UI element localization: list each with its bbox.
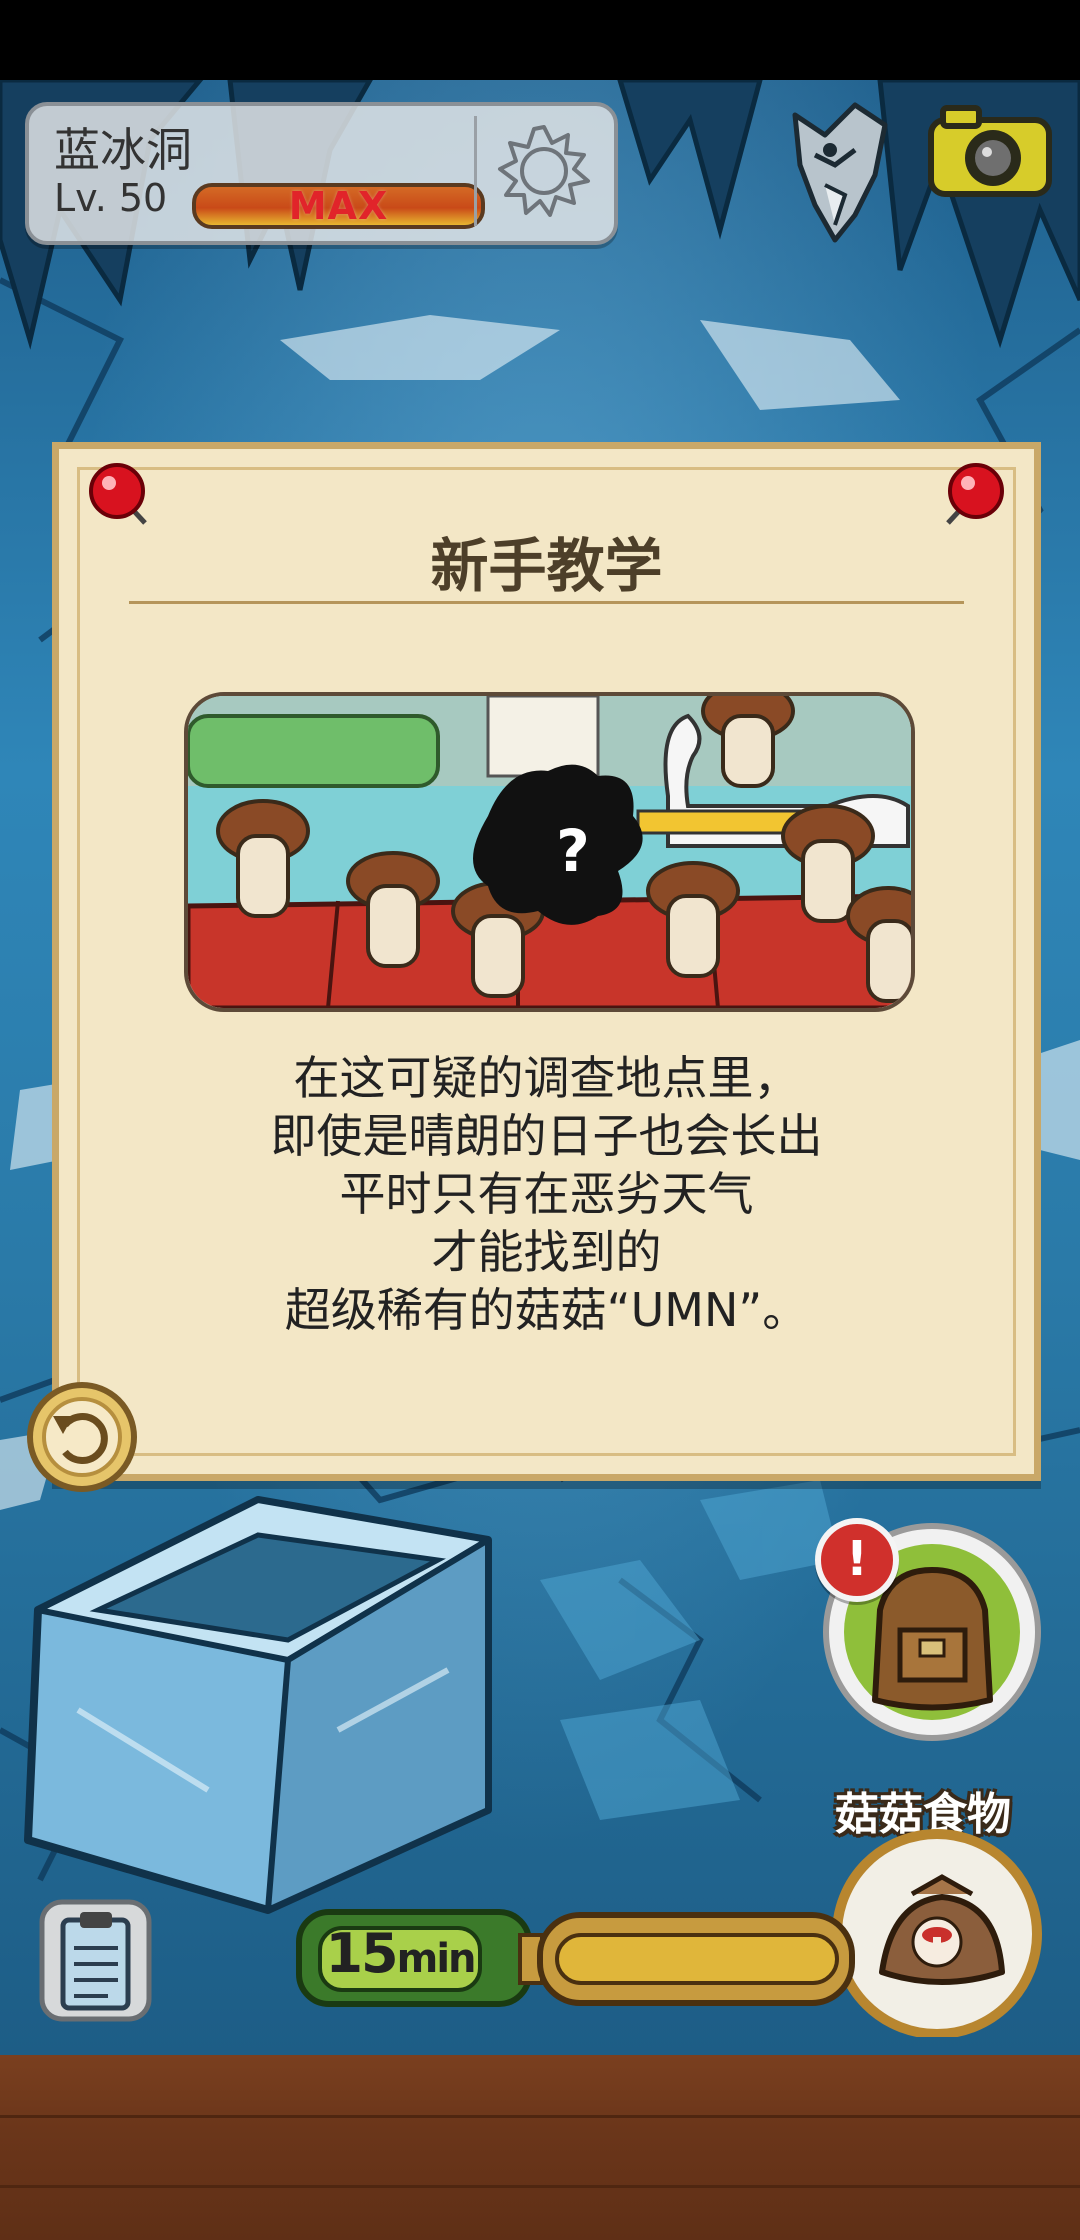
level-progress-bar: MAX bbox=[192, 183, 485, 229]
location-level: Lv. 50 bbox=[54, 176, 168, 220]
tutorial-line: 在这可疑的调查地点里， bbox=[293, 1051, 800, 1105]
back-button[interactable] bbox=[25, 1380, 140, 1495]
level-max-label: MAX bbox=[288, 184, 389, 228]
timer-unit: min bbox=[396, 1936, 477, 1982]
clipboard-button[interactable] bbox=[38, 1898, 153, 2023]
timer-value: 15 bbox=[325, 1922, 398, 1985]
status-bar bbox=[0, 0, 1080, 80]
ice-planter-box[interactable] bbox=[8, 1480, 498, 1920]
tutorial-illustration: ? bbox=[184, 692, 915, 1012]
tutorial-line: 平时只有在恶劣天气 bbox=[339, 1167, 754, 1221]
tutorial-text: 在这可疑的调查地点里， 即使是晴朗的日子也会长出 平时只有在恶劣天气 才能找到的… bbox=[99, 1049, 994, 1339]
location-name: 蓝冰洞 bbox=[54, 123, 192, 177]
professor-npc-icon[interactable] bbox=[775, 95, 905, 245]
alert-badge: ! bbox=[815, 1518, 899, 1602]
location-panel[interactable]: 蓝冰洞 Lv. 50 MAX bbox=[25, 102, 618, 245]
title-divider bbox=[129, 601, 964, 604]
mystery-mark: ? bbox=[556, 817, 590, 885]
tutorial-line: 超级稀有的菇菇“UMN”。 bbox=[284, 1283, 809, 1337]
panel-divider bbox=[474, 116, 477, 226]
tutorial-line: 才能找到的 bbox=[431, 1225, 662, 1279]
wooden-floor bbox=[0, 2055, 1080, 2240]
tutorial-line: 即使是晴朗的日子也会长出 bbox=[270, 1109, 823, 1163]
growth-timer-text: 15min bbox=[320, 1918, 480, 1990]
tutorial-card: 新手教学 ? 在这可疑的调查地点里， 即使是晴朗的日子也会长出 平时只有在恶劣天… bbox=[52, 442, 1041, 1481]
sun-icon[interactable] bbox=[494, 121, 594, 221]
tutorial-title: 新手教学 bbox=[430, 532, 663, 600]
camera-button[interactable] bbox=[925, 100, 1055, 200]
